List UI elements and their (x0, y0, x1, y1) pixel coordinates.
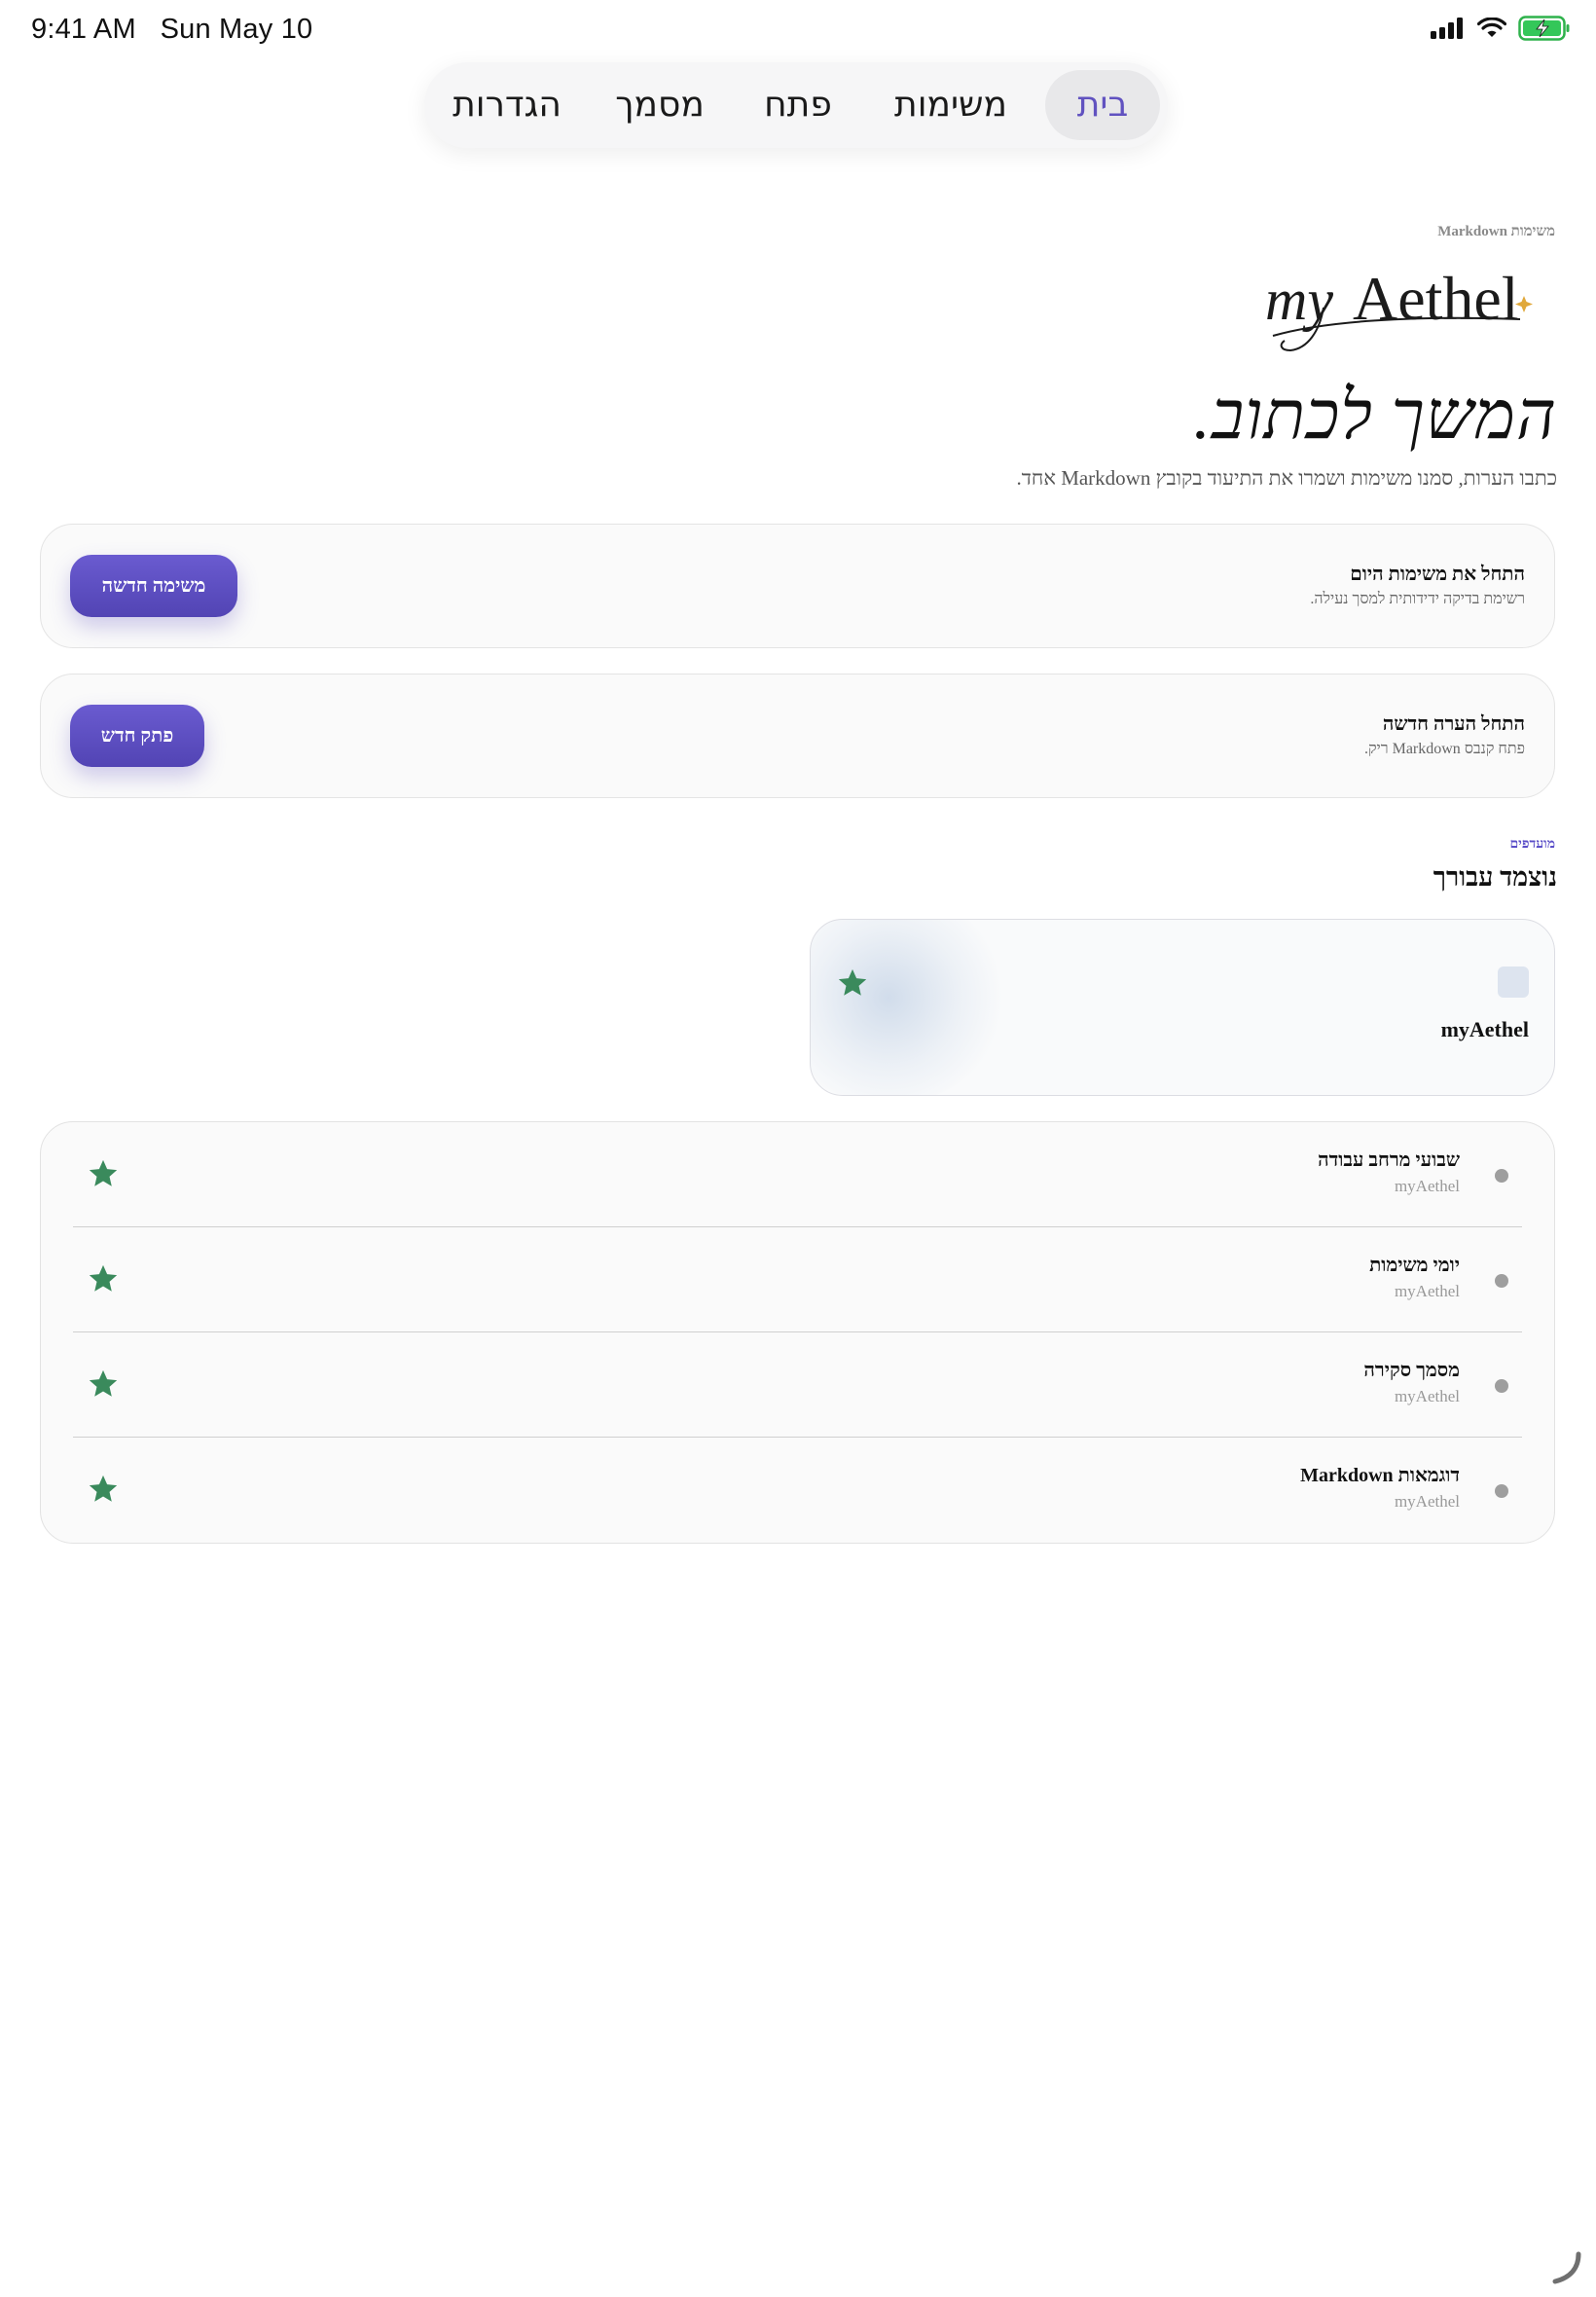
new-note-button[interactable]: פתק חדש (70, 705, 204, 767)
bullet-icon (1495, 1484, 1508, 1498)
list-item-title: מסמך סקירה (1363, 1360, 1460, 1381)
page-eyebrow: משימות Markdown (1437, 224, 1555, 239)
list-item-subtitle: myAethel (1394, 1177, 1460, 1195)
star-icon[interactable] (87, 1367, 120, 1401)
resize-handle-icon[interactable] (1549, 2250, 1584, 2285)
list-item[interactable]: יומי משימות myAethel (73, 1227, 1522, 1332)
page-subheading: כתבו הערות, סמנו משימות ושמרו את התיעוד … (1016, 466, 1557, 490)
status-date: Sun May 10 (160, 14, 313, 45)
favorites-title: נוצמד עבורך (1433, 862, 1557, 892)
star-icon[interactable] (87, 1473, 120, 1506)
tab-open[interactable]: פתח (740, 70, 856, 140)
list-item-subtitle: myAethel (1394, 1387, 1460, 1405)
status-bar-time: 9:41 AM Sun May 10 (31, 14, 312, 46)
start-tasks-subtitle: רשימת בדיקה ידידותית למסך נעילה. (1310, 591, 1525, 607)
featured-favorite-card[interactable]: myAethel (810, 919, 1555, 1096)
star-icon[interactable] (87, 1262, 120, 1295)
star-icon[interactable] (836, 966, 869, 1000)
favorites-eyebrow: מועדפים (1509, 837, 1555, 852)
bullet-icon (1495, 1169, 1508, 1183)
bullet-icon (1495, 1274, 1508, 1288)
start-note-title: התחל הערה חדשה (1382, 713, 1525, 735)
wifi-icon (1477, 18, 1506, 37)
new-task-button[interactable]: משימה חדשה (70, 555, 237, 617)
tab-tasks[interactable]: משימות (868, 70, 1034, 140)
page-headline: המשך לכתוב. (1193, 379, 1557, 454)
svg-text:Aethel: Aethel (1353, 264, 1519, 333)
tab-home[interactable]: בית (1045, 70, 1160, 140)
list-item-subtitle: myAethel (1394, 1282, 1460, 1300)
list-item-title: שבועי מרחב עבודה (1318, 1149, 1460, 1171)
list-item[interactable]: מסמך סקירה myAethel (73, 1332, 1522, 1438)
start-note-subtitle: פתח קנבס Markdown ריק. (1363, 741, 1525, 757)
star-icon[interactable] (87, 1157, 120, 1190)
list-item-title: דוגמאות Markdown (1300, 1465, 1460, 1486)
card-glow (811, 920, 1005, 1095)
favorites-list: שבועי מרחב עבודה myAethel יומי משימות my… (40, 1121, 1555, 1544)
list-item[interactable]: שבועי מרחב עבודה myAethel (73, 1122, 1522, 1227)
list-item[interactable]: דוגמאות Markdown myAethel (73, 1438, 1522, 1543)
start-tasks-title: התחל את משימות היום (1350, 564, 1525, 585)
signal-icon (1431, 18, 1463, 39)
featured-favorite-name: myAethel (1440, 1017, 1529, 1041)
list-item-subtitle: myAethel (1394, 1492, 1460, 1511)
start-tasks-card: התחל את משימות היום רשימת בדיקה ידידותית… (40, 524, 1555, 648)
workspace-icon (1498, 966, 1529, 998)
top-tab-bar: בית משימות פתח מסמך הגדרות (424, 62, 1168, 148)
tab-settings[interactable]: הגדרות (434, 70, 580, 140)
battery-charging-icon (1518, 16, 1570, 41)
bullet-icon (1495, 1379, 1508, 1393)
start-note-card: התחל הערה חדשה פתח קנבס Markdown ריק. פת… (40, 674, 1555, 798)
tab-document[interactable]: מסמך (592, 70, 728, 140)
svg-text:my: my (1265, 268, 1333, 332)
status-icons (1431, 16, 1571, 41)
status-time: 9:41 AM (31, 14, 136, 45)
list-item-title: יומי משימות (1369, 1255, 1460, 1276)
app-logo: my Aethel (1265, 263, 1538, 365)
